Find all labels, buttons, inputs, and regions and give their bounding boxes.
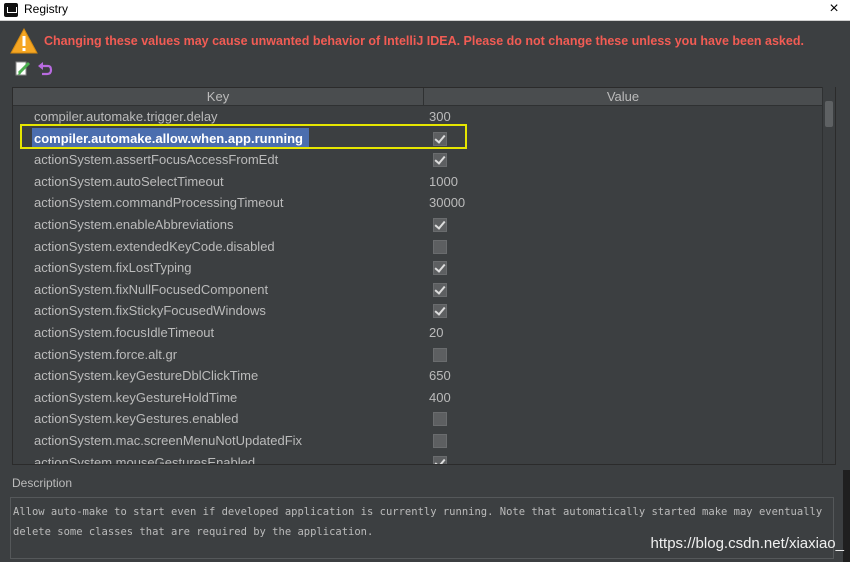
table-row[interactable]: actionSystem.mouseGesturesEnabled xyxy=(13,452,823,465)
close-button[interactable]: × xyxy=(824,0,844,20)
description-label: Description xyxy=(12,476,73,490)
row-key: actionSystem.commandProcessingTimeout xyxy=(34,195,284,211)
table-row[interactable]: actionSystem.fixStickyFocusedWindows xyxy=(13,300,823,322)
row-key: actionSystem.fixNullFocusedComponent xyxy=(34,281,269,297)
column-header-value[interactable]: Value xyxy=(423,88,823,105)
watermark-text: https://blog.csdn.net/xiaxiao_ xyxy=(650,535,844,552)
window-title: Registry xyxy=(24,2,69,16)
table-row[interactable]: actionSystem.autoSelectTimeout 1000 xyxy=(13,171,823,193)
table-rows: compiler.automake.trigger.delay 300 compil… xyxy=(13,106,823,465)
row-key: compiler.automake.allow.when.app.running xyxy=(32,127,309,150)
table-row[interactable]: actionSystem.assertFocusAccessFromEdt xyxy=(13,149,823,171)
edit-icon[interactable] xyxy=(14,60,32,78)
row-key: actionSystem.mac.screenMenuNotUpdatedFix xyxy=(34,432,303,448)
row-key: actionSystem.enableAbbreviations xyxy=(34,216,234,232)
row-key: actionSystem.autoSelectTimeout xyxy=(34,173,224,189)
row-value-checkbox[interactable] xyxy=(433,261,447,276)
row-key: actionSystem.focusIdleTimeout xyxy=(34,324,215,340)
row-value-checkbox[interactable] xyxy=(433,433,447,448)
column-header-key[interactable]: Key xyxy=(13,88,424,105)
table-header: Key Value xyxy=(13,88,823,106)
table-row[interactable]: actionSystem.fixLostTyping xyxy=(13,257,823,279)
table-row[interactable]: actionSystem.mac.screenMenuNotUpdatedFix xyxy=(13,430,823,452)
table-row[interactable]: actionSystem.force.alt.gr xyxy=(13,344,823,366)
table-row[interactable]: actionSystem.fixNullFocusedComponent xyxy=(13,279,823,301)
table-row[interactable]: actionSystem.keyGestures.enabled xyxy=(13,408,823,430)
row-value-checkbox[interactable] xyxy=(433,153,447,168)
row-key: actionSystem.extendedKeyCode.disabled xyxy=(34,238,275,254)
revert-icon[interactable] xyxy=(36,60,54,78)
row-key: actionSystem.force.alt.gr xyxy=(34,346,178,362)
row-key: compiler.automake.trigger.delay xyxy=(34,109,218,124)
row-key: actionSystem.keyGestures.enabled xyxy=(34,411,239,427)
title-bar: Registry × xyxy=(0,0,850,21)
row-key: actionSystem.fixLostTyping xyxy=(34,260,192,276)
row-value[interactable]: 30000 xyxy=(429,192,465,214)
background-edge xyxy=(843,470,850,562)
row-value-checkbox[interactable] xyxy=(433,347,447,362)
registry-table: Key Value compiler.automake.trigger.dela… xyxy=(12,87,836,465)
row-value[interactable]: 650 xyxy=(429,365,451,387)
row-key: actionSystem.keyGestureDblClickTime xyxy=(34,368,259,384)
row-value-checkbox[interactable] xyxy=(433,239,447,254)
table-row[interactable]: compiler.automake.trigger.delay 300 xyxy=(13,106,823,128)
vertical-scrollbar[interactable] xyxy=(822,87,835,463)
row-value[interactable]: 400 xyxy=(429,387,451,409)
row-value[interactable]: 300 xyxy=(429,106,451,128)
row-value[interactable]: 20 xyxy=(429,322,443,344)
table-row[interactable]: actionSystem.keyGestureDblClickTime 650 xyxy=(13,365,823,387)
warning-icon xyxy=(10,28,38,54)
row-value-checkbox[interactable] xyxy=(433,282,447,297)
row-key: actionSystem.assertFocusAccessFromEdt xyxy=(34,152,279,168)
scrollbar-thumb[interactable] xyxy=(825,101,833,127)
row-key: actionSystem.fixStickyFocusedWindows xyxy=(34,303,266,319)
app-icon xyxy=(4,3,18,17)
table-row[interactable]: actionSystem.keyGestureHoldTime 400 xyxy=(13,387,823,409)
table-row[interactable]: actionSystem.commandProcessingTimeout 300… xyxy=(13,192,823,214)
table-row[interactable]: compiler.automake.allow.when.app.running xyxy=(13,127,823,150)
table-row[interactable]: actionSystem.enableAbbreviations xyxy=(13,214,823,236)
table-row[interactable]: actionSystem.extendedKeyCode.disabled xyxy=(13,236,823,258)
row-value-checkbox[interactable] xyxy=(433,217,447,232)
table-row[interactable]: actionSystem.focusIdleTimeout 20 xyxy=(13,322,823,344)
row-key: actionSystem.mouseGesturesEnabled xyxy=(34,454,256,465)
row-value-checkbox[interactable] xyxy=(433,131,447,146)
row-key: actionSystem.keyGestureHoldTime xyxy=(34,389,238,405)
warning-banner: Changing these values may cause unwanted… xyxy=(10,28,840,56)
row-value-checkbox[interactable] xyxy=(433,304,447,319)
row-value[interactable]: 1000 xyxy=(429,171,458,193)
row-value-checkbox[interactable] xyxy=(433,455,447,464)
warning-text: Changing these values may cause unwanted… xyxy=(44,34,804,48)
row-value-checkbox[interactable] xyxy=(433,412,447,427)
